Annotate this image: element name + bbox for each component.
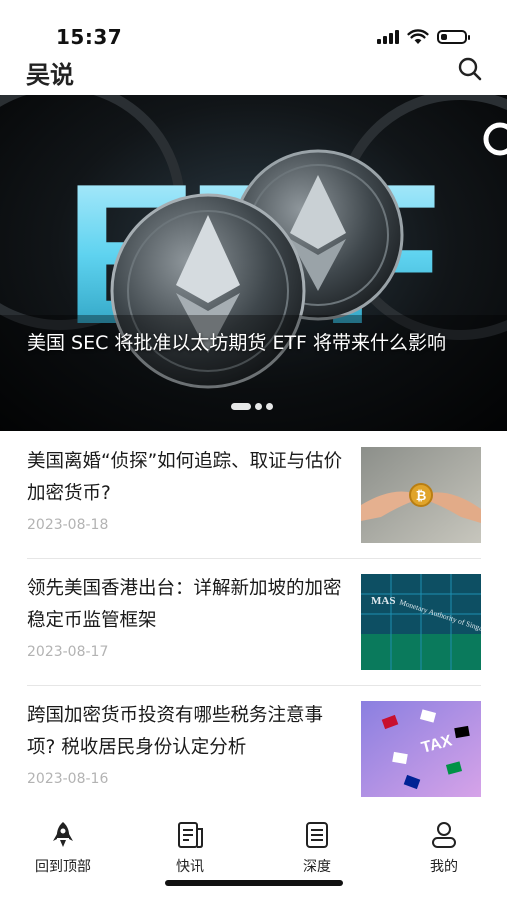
hands-bitcoin-image: ₿ (361, 447, 481, 543)
news-thumbnail: ₿ (361, 447, 481, 543)
search-button[interactable] (457, 56, 483, 82)
app-title: 吴说 (26, 61, 74, 89)
news-title: 美国离婚“侦探”如何追踪、取证与估价加密货币? (27, 451, 343, 504)
status-icons (377, 28, 470, 46)
carousel-dot-3[interactable] (266, 403, 273, 410)
news-item-2[interactable]: 领先美国香港出台：详解新加坡的加密稳定币监管框架 2023-08-17 MAS … (0, 559, 507, 685)
news-date: 2023-08-17 (27, 644, 109, 660)
signal-icon (377, 30, 399, 44)
news-item-3[interactable]: 跨国加密货币投资有哪些税务注意事项? 税收居民身份认定分析 2023-08-16… (0, 686, 507, 812)
battery-icon (437, 30, 470, 44)
news-title: 领先美国香港出台：详解新加坡的加密稳定币监管框架 (27, 578, 342, 631)
news-item-1[interactable]: 美国离婚“侦探”如何追踪、取证与估价加密货币? 2023-08-18 ₿ (0, 432, 507, 558)
home-indicator (165, 880, 343, 886)
news-date: 2023-08-16 (27, 771, 109, 787)
tab-label: 回到顶部 (35, 859, 91, 875)
status-time: 15:37 (56, 25, 123, 49)
carousel-dot-1[interactable] (231, 403, 251, 410)
svg-text:₿: ₿ (416, 488, 427, 503)
wifi-icon (407, 29, 429, 44)
search-icon (458, 57, 482, 81)
carousel-indicator (231, 403, 273, 410)
banner-image: ETF (0, 95, 507, 431)
tab-back-to-top[interactable]: 回到顶部 (18, 820, 108, 890)
mas-building-image: MAS Monetary Authority of Singapore (361, 574, 481, 670)
svg-text:MAS: MAS (371, 595, 395, 607)
battery-level (441, 34, 447, 40)
rocket-icon (53, 822, 73, 847)
news-thumbnail: MAS Monetary Authority of Singapore (361, 574, 481, 670)
document-icon (306, 822, 328, 848)
tab-mine[interactable]: 我的 (399, 820, 489, 890)
news-thumbnail: TAX (361, 701, 481, 797)
featured-banner[interactable]: ETF 美国 SEC 将批准以太坊期货 ETF 将带来什么影响 (0, 95, 507, 431)
carousel-dot-2[interactable] (255, 403, 262, 410)
status-bar: 15:37 (0, 0, 507, 50)
newsflash-icon (178, 822, 203, 848)
tab-label: 快讯 (176, 859, 204, 875)
tab-label: 我的 (430, 859, 458, 875)
profile-icon (432, 822, 456, 848)
tab-label: 深度 (303, 859, 331, 875)
banner-caption: 美国 SEC 将批准以太坊期货 ETF 将带来什么影响 (27, 332, 447, 354)
tax-flags-image: TAX (361, 701, 481, 797)
news-title: 跨国加密货币投资有哪些税务注意事项? 税收居民身份认定分析 (27, 705, 324, 758)
bottom-tab-bar: 回到顶部 快讯 深度 我的 (0, 810, 507, 900)
app-header: 吴说 (0, 50, 507, 94)
news-date: 2023-08-18 (27, 517, 109, 533)
